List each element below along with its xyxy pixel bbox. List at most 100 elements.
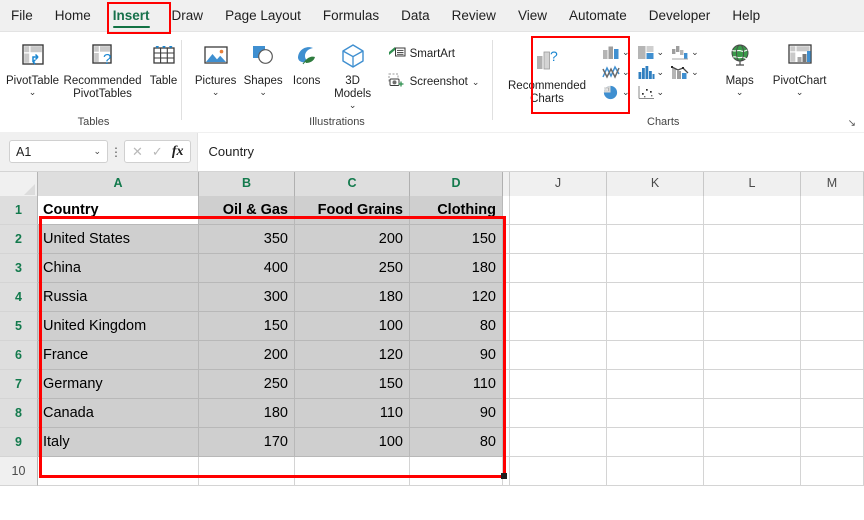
row-header-1[interactable]: 1 [0, 196, 38, 225]
cell-L10[interactable] [704, 457, 801, 486]
name-box[interactable]: A1 ⌄ [9, 140, 108, 163]
column-header-hidden-range[interactable] [503, 172, 510, 196]
cell-J2[interactable] [510, 225, 607, 254]
cell-A6[interactable]: France [38, 341, 199, 370]
3d-models-caret-icon[interactable]: ⌄ [349, 101, 357, 110]
cell-D2[interactable]: 150 [410, 225, 503, 254]
cell-L6[interactable] [704, 341, 801, 370]
cell-K5[interactable] [607, 312, 704, 341]
recommended-pivot-tables-button[interactable]: ? Recommended PivotTables [64, 37, 142, 101]
line-caret-icon[interactable]: ⌄ [622, 68, 630, 77]
cell-B9[interactable]: 170 [199, 428, 295, 457]
cell-B7[interactable]: 250 [199, 370, 295, 399]
column-header-K[interactable]: K [607, 172, 704, 196]
waterfall-chart-button[interactable]: ⌄ [668, 43, 701, 62]
icons-button[interactable]: Icons [287, 37, 327, 88]
column-header-L[interactable]: L [704, 172, 801, 196]
column-header-J[interactable]: J [510, 172, 607, 196]
cell-C2[interactable]: 200 [295, 225, 410, 254]
row-header-2[interactable]: 2 [0, 225, 38, 254]
hierarchy-chart-button[interactable]: ⌄ [634, 43, 667, 62]
scatter-chart-button[interactable]: ⌄ [634, 83, 667, 102]
column-bar-caret-icon[interactable]: ⌄ [622, 48, 630, 57]
cell-K9[interactable] [607, 428, 704, 457]
cell-L1[interactable] [704, 196, 801, 225]
cell-M6[interactable] [801, 341, 864, 370]
cell-M9[interactable] [801, 428, 864, 457]
cell-B1[interactable]: Oil & Gas [199, 196, 295, 225]
row-header-5[interactable]: 5 [0, 312, 38, 341]
cell-C3[interactable]: 250 [295, 254, 410, 283]
line-chart-button[interactable]: ⌄ [599, 63, 632, 82]
maps-caret-icon[interactable]: ⌄ [736, 88, 744, 97]
cell-J4[interactable] [510, 283, 607, 312]
pivot-table-caret-icon[interactable]: ⌄ [29, 88, 37, 97]
pie-caret-icon[interactable]: ⌄ [622, 88, 630, 97]
cell-L9[interactable] [704, 428, 801, 457]
cell-A7[interactable]: Germany [38, 370, 199, 399]
cell-C8[interactable]: 110 [295, 399, 410, 428]
cell-B10[interactable] [199, 457, 295, 486]
cell-K8[interactable] [607, 399, 704, 428]
recommended-charts-button[interactable]: ? Recommended Charts [501, 37, 593, 106]
tab-page-layout[interactable]: Page Layout [214, 1, 312, 30]
pictures-button[interactable]: Pictures ⌄ [192, 37, 240, 97]
column-header-A[interactable]: A [38, 172, 199, 196]
pivot-chart-button[interactable]: PivotChart ⌄ [767, 37, 833, 97]
cell-K4[interactable] [607, 283, 704, 312]
tab-insert[interactable]: Insert [102, 1, 161, 30]
cell-A8[interactable]: Canada [38, 399, 199, 428]
tab-data[interactable]: Data [390, 1, 441, 30]
tab-draw[interactable]: Draw [161, 1, 215, 30]
cell-C9[interactable]: 100 [295, 428, 410, 457]
cell-J6[interactable] [510, 341, 607, 370]
cell-K3[interactable] [607, 254, 704, 283]
cell-J1[interactable] [510, 196, 607, 225]
cell-M1[interactable] [801, 196, 864, 225]
pivot-table-button[interactable]: PivotTable ⌄ [2, 37, 64, 97]
name-box-chevron-down-icon[interactable]: ⌄ [93, 146, 101, 157]
cell-C10[interactable] [295, 457, 410, 486]
cell-D7[interactable]: 110 [410, 370, 503, 399]
cell-K2[interactable] [607, 225, 704, 254]
cell-L8[interactable] [704, 399, 801, 428]
cell-J9[interactable] [510, 428, 607, 457]
enter-icon[interactable]: ✓ [152, 144, 163, 160]
3d-models-button[interactable]: 3D Models ⌄ [327, 37, 379, 110]
formula-input[interactable]: Country [197, 132, 864, 171]
formula-bar-more-options-icon[interactable]: ⋮ [108, 145, 124, 159]
row-header-4[interactable]: 4 [0, 283, 38, 312]
row-header-8[interactable]: 8 [0, 399, 38, 428]
combo-caret-icon[interactable]: ⌄ [691, 68, 699, 77]
shapes-button[interactable]: Shapes ⌄ [240, 37, 287, 97]
column-bar-chart-button[interactable]: ⌄ [599, 43, 632, 62]
cell-D8[interactable]: 90 [410, 399, 503, 428]
cell-L5[interactable] [704, 312, 801, 341]
table-button[interactable]: Table [142, 37, 186, 88]
pictures-caret-icon[interactable]: ⌄ [212, 88, 220, 97]
statistic-chart-button[interactable]: ⌄ [634, 63, 667, 82]
tab-formulas[interactable]: Formulas [312, 1, 390, 30]
waterfall-caret-icon[interactable]: ⌄ [691, 48, 699, 57]
row-header-10[interactable]: 10 [0, 457, 38, 486]
column-header-D[interactable]: D [410, 172, 503, 196]
cell-L4[interactable] [704, 283, 801, 312]
cell-C1[interactable]: Food Grains [295, 196, 410, 225]
scatter-caret-icon[interactable]: ⌄ [657, 88, 665, 97]
insert-function-icon[interactable]: fx [172, 144, 184, 160]
cell-B6[interactable]: 200 [199, 341, 295, 370]
cell-M4[interactable] [801, 283, 864, 312]
tab-file[interactable]: File [0, 1, 44, 30]
row-header-6[interactable]: 6 [0, 341, 38, 370]
cell-J3[interactable] [510, 254, 607, 283]
tab-automate[interactable]: Automate [558, 1, 638, 30]
tab-home[interactable]: Home [44, 1, 102, 30]
cell-B3[interactable]: 400 [199, 254, 295, 283]
cell-M5[interactable] [801, 312, 864, 341]
cell-C4[interactable]: 180 [295, 283, 410, 312]
row-header-7[interactable]: 7 [0, 370, 38, 399]
cell-C5[interactable]: 100 [295, 312, 410, 341]
cell-A10[interactable] [38, 457, 199, 486]
cell-D5[interactable]: 80 [410, 312, 503, 341]
cell-A3[interactable]: China [38, 254, 199, 283]
